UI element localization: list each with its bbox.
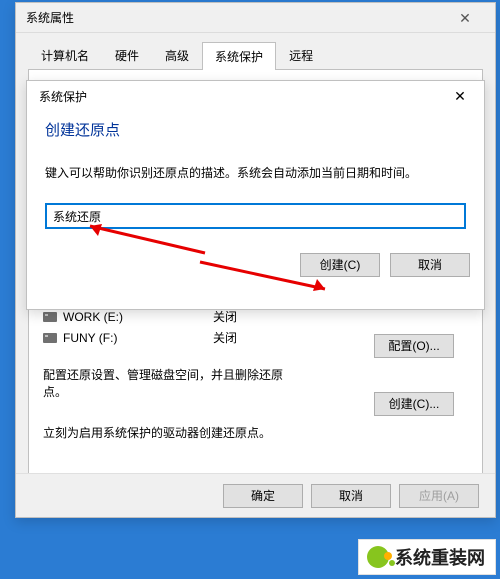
watermark: 系统重装网 [358, 539, 496, 575]
modal-create-button[interactable]: 创建(C) [300, 253, 380, 277]
tab-advanced[interactable]: 高级 [152, 41, 202, 69]
drive-status: 关闭 [213, 308, 237, 325]
main-footer: 确定 取消 应用(A) [16, 473, 495, 517]
drive-icon [43, 312, 57, 322]
watermark-logo-icon [367, 546, 389, 568]
watermark-text: 系统重装网 [395, 544, 485, 570]
tab-hardware[interactable]: 硬件 [102, 41, 152, 69]
drive-name: FUNY (F:) [63, 331, 117, 345]
main-titlebar[interactable]: 系统属性 ✕ [16, 3, 495, 33]
tab-strip: 计算机名 硬件 高级 系统保护 远程 [28, 41, 483, 70]
configure-button[interactable]: 配置(O)... [374, 334, 454, 358]
tab-remote[interactable]: 远程 [276, 41, 326, 69]
create-restore-point-button[interactable]: 创建(C)... [374, 392, 454, 416]
modal-footer: 创建(C) 取消 [27, 235, 484, 287]
close-icon[interactable]: ✕ [440, 88, 480, 105]
tab-computer-name[interactable]: 计算机名 [28, 41, 102, 69]
drive-name: WORK (E:) [63, 310, 123, 324]
modal-titlebar[interactable]: 系统保护 ✕ [27, 81, 484, 111]
modal-body: 键入可以帮助你识别还原点的描述。系统会自动添加当前日期和时间。 [27, 142, 484, 235]
modal-heading: 创建还原点 [27, 111, 484, 142]
close-icon[interactable]: ✕ [445, 3, 485, 33]
drive-icon [43, 333, 57, 343]
modal-cancel-button[interactable]: 取消 [390, 253, 470, 277]
create-restore-point-dialog: 系统保护 ✕ 创建还原点 键入可以帮助你识别还原点的描述。系统会自动添加当前日期… [26, 80, 485, 310]
cancel-button[interactable]: 取消 [311, 484, 391, 508]
drive-status: 关闭 [213, 329, 237, 346]
create-description: 立刻为启用系统保护的驱动器创建还原点。 [43, 424, 303, 441]
ok-button[interactable]: 确定 [223, 484, 303, 508]
modal-title-text: 系统保护 [39, 88, 87, 105]
config-description: 配置还原设置、管理磁盘空间，并且删除还原点。 [43, 366, 303, 400]
main-title-text: 系统属性 [26, 3, 74, 33]
modal-description: 键入可以帮助你识别还原点的描述。系统会自动添加当前日期和时间。 [45, 164, 466, 181]
tab-system-protection[interactable]: 系统保护 [202, 42, 276, 70]
restore-point-name-input[interactable] [45, 203, 466, 229]
apply-button[interactable]: 应用(A) [399, 484, 479, 508]
